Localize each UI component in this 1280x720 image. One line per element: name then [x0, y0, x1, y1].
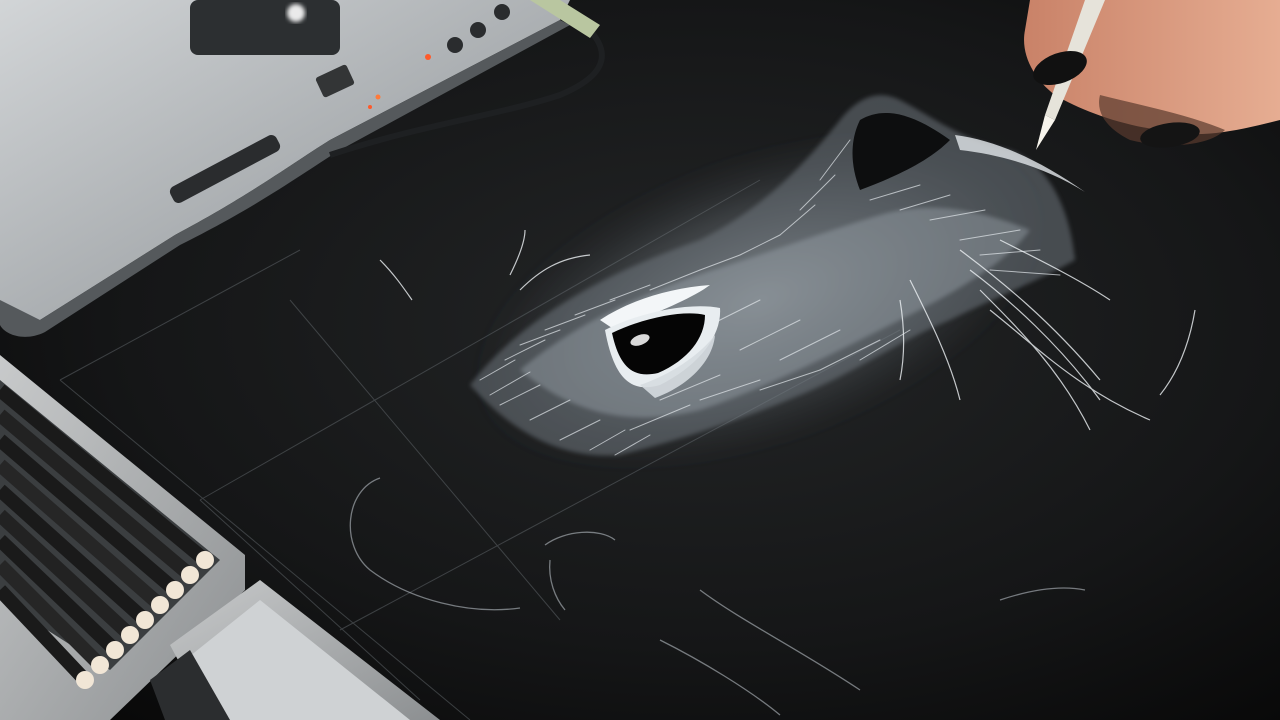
- scene-canvas: [0, 0, 1280, 720]
- audio-jack-3: [494, 4, 510, 20]
- drawing-scene: [0, 0, 1280, 720]
- status-led-1: [425, 54, 431, 60]
- status-led-2: [375, 94, 381, 100]
- laptop-touchpad-area: [190, 0, 340, 55]
- audio-jack-2: [470, 22, 486, 38]
- audio-jack-1: [447, 37, 463, 53]
- laptop-power-light: [287, 4, 305, 22]
- status-led-3: [368, 105, 372, 109]
